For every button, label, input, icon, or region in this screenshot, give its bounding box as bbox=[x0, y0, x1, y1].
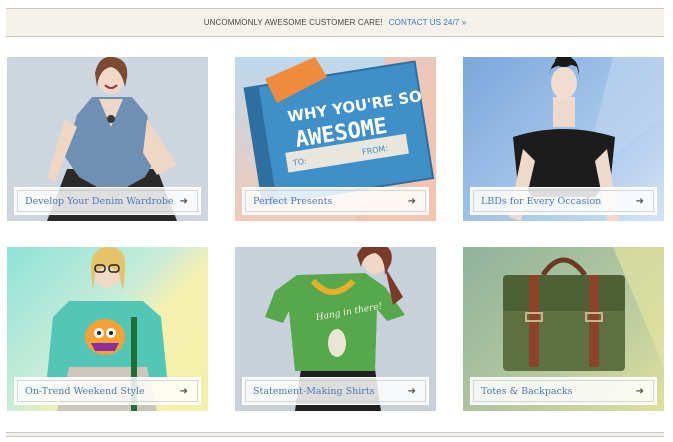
arrow-right-icon: ➜ bbox=[407, 195, 416, 207]
category-tile-lbd[interactable]: LBDs for Every Occasion ➜ bbox=[463, 57, 664, 221]
tile-caption[interactable]: Perfect Presents ➜ bbox=[242, 187, 429, 215]
contact-us-link[interactable]: CONTACT US 24/7 » bbox=[389, 18, 466, 27]
footer-divider bbox=[6, 432, 664, 437]
tile-caption[interactable]: On-Trend Weekend Style ➜ bbox=[14, 377, 201, 405]
tile-label: Perfect Presents bbox=[253, 195, 333, 207]
tile-label: Statement-Making Shirts bbox=[253, 385, 375, 397]
tile-label: LBDs for Every Occasion bbox=[481, 195, 602, 207]
tile-label: Develop Your Denim Wardrobe bbox=[25, 195, 174, 207]
banner-text: UNCOMMONLY AWESOME CUSTOMER CARE! bbox=[203, 18, 383, 27]
customer-care-banner: UNCOMMONLY AWESOME CUSTOMER CARE! CONTAC… bbox=[6, 8, 664, 37]
category-tile-weekend[interactable]: On-Trend Weekend Style ➜ bbox=[7, 247, 208, 411]
category-tile-bags[interactable]: Totes & Backpacks ➜ bbox=[463, 247, 664, 411]
category-tile-presents[interactable]: WHY YOU'RE SO AWESOME TO: FROM: Perfect … bbox=[235, 57, 436, 221]
arrow-right-icon: ➜ bbox=[635, 385, 644, 397]
tile-caption[interactable]: Totes & Backpacks ➜ bbox=[470, 377, 657, 405]
category-tile-shirts[interactable]: Hang in there! Statement-Making Shirts ➜ bbox=[235, 247, 436, 411]
category-tile-denim[interactable]: Develop Your Denim Wardrobe ➜ bbox=[7, 57, 208, 221]
tile-label: On-Trend Weekend Style bbox=[25, 385, 145, 397]
tile-label: Totes & Backpacks bbox=[481, 385, 573, 397]
arrow-right-icon: ➜ bbox=[179, 385, 188, 397]
arrow-right-icon: ➜ bbox=[179, 195, 188, 207]
tile-caption[interactable]: LBDs for Every Occasion ➜ bbox=[470, 187, 657, 215]
arrow-right-icon: ➜ bbox=[635, 195, 644, 207]
arrow-right-icon: ➜ bbox=[407, 385, 416, 397]
tile-caption[interactable]: Develop Your Denim Wardrobe ➜ bbox=[14, 187, 201, 215]
tile-caption[interactable]: Statement-Making Shirts ➜ bbox=[242, 377, 429, 405]
